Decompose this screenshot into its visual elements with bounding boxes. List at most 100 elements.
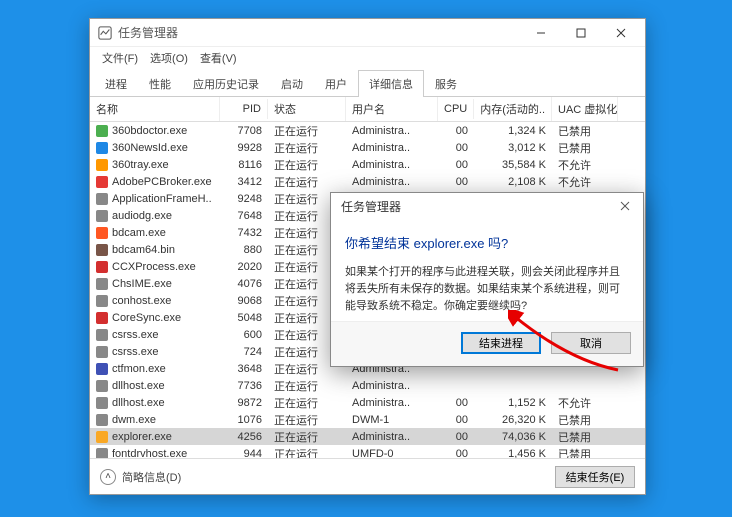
- confirm-dialog: 任务管理器 你希望结束 explorer.exe 吗? 如果某个打开的程序与此进…: [330, 192, 644, 367]
- cell-uac: 已禁用: [552, 123, 618, 139]
- window-controls: [521, 21, 641, 45]
- cell-cpu: 00: [438, 125, 474, 137]
- process-icon: [96, 431, 108, 443]
- table-row[interactable]: explorer.exe4256正在运行Administra..0074,036…: [90, 428, 645, 445]
- tab-1[interactable]: 性能: [138, 70, 182, 97]
- col-user[interactable]: 用户名: [346, 97, 438, 121]
- process-icon: [96, 380, 108, 392]
- dialog-body: 你希望结束 explorer.exe 吗? 如果某个打开的程序与此进程关联，则会…: [331, 219, 643, 321]
- cell-mem: 1,152 K: [474, 397, 552, 409]
- table-row[interactable]: fontdrvhost.exe944正在运行UMFD-0001,456 K已禁用: [90, 445, 645, 458]
- cell-mem: 26,320 K: [474, 414, 552, 426]
- cancel-button[interactable]: 取消: [551, 332, 631, 354]
- col-mem[interactable]: 内存(活动的..: [474, 97, 552, 121]
- close-button[interactable]: [601, 21, 641, 45]
- cell-user: Administra..: [346, 380, 438, 392]
- process-name: dllhost.exe: [112, 380, 165, 392]
- tab-6[interactable]: 服务: [424, 70, 468, 97]
- cell-uac: 已禁用: [552, 412, 618, 428]
- cell-status: 正在运行: [268, 123, 346, 139]
- col-cpu[interactable]: CPU: [438, 99, 474, 119]
- end-task-button[interactable]: 结束任务(E): [555, 466, 635, 488]
- table-row[interactable]: 360tray.exe8116正在运行Administra..0035,584 …: [90, 156, 645, 173]
- process-name: dllhost.exe: [112, 397, 165, 409]
- cell-pid: 9928: [220, 142, 268, 154]
- menu-view[interactable]: 查看(V): [196, 48, 241, 68]
- cell-user: DWM-1: [346, 414, 438, 426]
- cell-cpu: 00: [438, 414, 474, 426]
- col-name[interactable]: 名称: [90, 97, 220, 121]
- process-icon: [96, 414, 108, 426]
- cell-user: Administra..: [346, 397, 438, 409]
- process-name: ctfmon.exe: [112, 363, 166, 375]
- cell-cpu: 00: [438, 176, 474, 188]
- grid-header[interactable]: 名称 PID 状态 用户名 CPU 内存(活动的.. UAC 虚拟化: [90, 97, 645, 122]
- app-icon: [98, 26, 112, 40]
- process-icon: [96, 312, 108, 324]
- table-row[interactable]: AdobePCBroker.exe3412正在运行Administra..002…: [90, 173, 645, 190]
- process-icon: [96, 346, 108, 358]
- process-icon: [96, 295, 108, 307]
- cell-cpu: 00: [438, 397, 474, 409]
- table-row[interactable]: 360bdoctor.exe7708正在运行Administra..001,32…: [90, 122, 645, 139]
- cell-mem: 1,324 K: [474, 125, 552, 137]
- cell-pid: 4076: [220, 278, 268, 290]
- cell-uac: 不允许: [552, 157, 618, 173]
- col-pid[interactable]: PID: [220, 99, 268, 119]
- process-icon: [96, 193, 108, 205]
- tab-2[interactable]: 应用历史记录: [182, 70, 270, 97]
- cell-pid: 4256: [220, 431, 268, 443]
- cell-pid: 600: [220, 329, 268, 341]
- process-name: 360bdoctor.exe: [112, 125, 187, 137]
- table-row[interactable]: 360NewsId.exe9928正在运行Administra..003,012…: [90, 139, 645, 156]
- fewer-details-button[interactable]: ˄ 简略信息(D): [100, 469, 181, 485]
- dialog-buttons: 结束进程 取消: [331, 321, 643, 366]
- window-title: 任务管理器: [118, 24, 521, 41]
- cell-status: 正在运行: [268, 174, 346, 190]
- process-icon: [96, 142, 108, 154]
- tabstrip: 进程性能应用历史记录启动用户详细信息服务: [90, 69, 645, 97]
- process-icon: [96, 397, 108, 409]
- process-icon: [96, 227, 108, 239]
- table-row[interactable]: dwm.exe1076正在运行DWM-10026,320 K已禁用: [90, 411, 645, 428]
- cell-uac: 已禁用: [552, 446, 618, 459]
- process-name: ApplicationFrameH..: [112, 193, 212, 205]
- cell-user: Administra..: [346, 176, 438, 188]
- minimize-button[interactable]: [521, 21, 561, 45]
- tab-5[interactable]: 详细信息: [358, 70, 424, 97]
- process-icon: [96, 210, 108, 222]
- tab-0[interactable]: 进程: [94, 70, 138, 97]
- process-icon: [96, 278, 108, 290]
- titlebar: 任务管理器: [90, 19, 645, 47]
- cell-pid: 1076: [220, 414, 268, 426]
- process-icon: [96, 176, 108, 188]
- cell-user: Administra..: [346, 431, 438, 443]
- process-name: 360NewsId.exe: [112, 142, 188, 154]
- cell-user: Administra..: [346, 159, 438, 171]
- process-name: AdobePCBroker.exe: [112, 176, 212, 188]
- end-process-button[interactable]: 结束进程: [461, 332, 541, 354]
- tab-3[interactable]: 启动: [270, 70, 314, 97]
- col-uac[interactable]: UAC 虚拟化: [552, 97, 618, 121]
- cell-pid: 5048: [220, 312, 268, 324]
- cell-mem: 74,036 K: [474, 431, 552, 443]
- table-row[interactable]: dllhost.exe7736正在运行Administra..: [90, 377, 645, 394]
- process-name: conhost.exe: [112, 295, 171, 307]
- cell-status: 正在运行: [268, 157, 346, 173]
- process-name: bdcam64.bin: [112, 244, 175, 256]
- footer: ˄ 简略信息(D) 结束任务(E): [90, 458, 645, 494]
- process-name: csrss.exe: [112, 329, 158, 341]
- maximize-button[interactable]: [561, 21, 601, 45]
- process-icon: [96, 329, 108, 341]
- cell-user: Administra..: [346, 125, 438, 137]
- dialog-close-button[interactable]: [613, 196, 637, 216]
- table-row[interactable]: dllhost.exe9872正在运行Administra..001,152 K…: [90, 394, 645, 411]
- cell-cpu: 00: [438, 142, 474, 154]
- tab-4[interactable]: 用户: [314, 70, 358, 97]
- cell-cpu: 00: [438, 159, 474, 171]
- cell-user: UMFD-0: [346, 448, 438, 459]
- menu-file[interactable]: 文件(F): [98, 48, 142, 68]
- col-status[interactable]: 状态: [268, 97, 346, 121]
- cell-pid: 3412: [220, 176, 268, 188]
- menu-options[interactable]: 选项(O): [146, 48, 192, 68]
